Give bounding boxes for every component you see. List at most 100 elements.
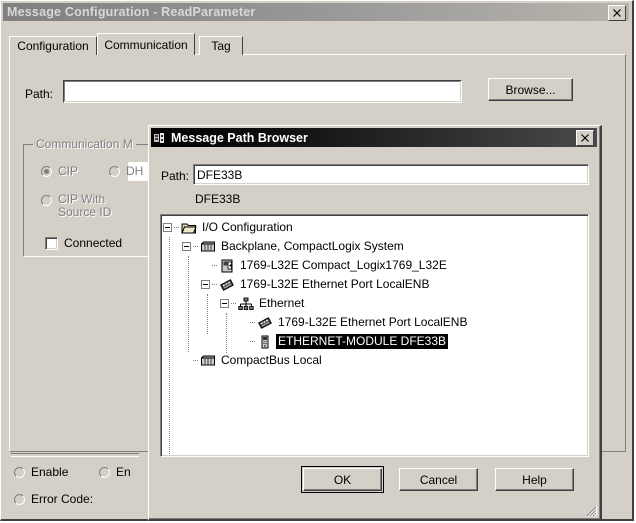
status-enable-waiting-led xyxy=(99,466,110,478)
radio-dh-label: DH xyxy=(126,164,144,178)
tree-item[interactable]: I/O Configuration xyxy=(163,218,586,237)
status-error-code: Error Code: xyxy=(14,492,93,506)
connected-checkbox-box xyxy=(45,236,58,250)
tab-communication[interactable]: Communication xyxy=(97,33,195,55)
radio-cip-with-source-id-label: CIP With Source ID xyxy=(58,192,112,219)
tree-item-icon xyxy=(181,220,200,236)
tree-item-icon xyxy=(200,353,219,369)
close-icon[interactable] xyxy=(608,5,626,21)
tree-connector xyxy=(250,321,255,324)
screen: Message Configuration - ReadParameter Co… xyxy=(0,0,636,523)
tree-item-label: 1769-L32E Ethernet Port LocalENB xyxy=(240,277,430,291)
connected-checkbox-label: Connected xyxy=(64,236,123,250)
cancel-button-label: Cancel xyxy=(419,472,458,487)
tree-connector xyxy=(193,359,198,362)
tree-item-label: CompactBus Local xyxy=(221,353,322,367)
tree-connector xyxy=(212,283,217,286)
app-icon xyxy=(154,132,164,143)
status-divider xyxy=(11,453,139,457)
close-glyph xyxy=(613,9,621,17)
modal-path-input-wrapper xyxy=(193,164,589,185)
status-enable-led xyxy=(14,466,25,478)
tree-item-label: 1769-L32E Compact_Logix1769_L32E xyxy=(240,258,447,272)
chassis-icon xyxy=(201,355,215,365)
browse-button[interactable]: Browse... xyxy=(488,78,573,101)
collapse-toggle-icon[interactable] xyxy=(163,223,172,232)
module-icon xyxy=(220,278,234,291)
tree-item[interactable]: Backplane, CompactLogix System xyxy=(163,237,586,256)
tree-connector xyxy=(212,264,217,267)
tree-connector xyxy=(250,340,255,343)
folder-icon xyxy=(181,223,197,233)
module-icon xyxy=(258,316,272,329)
radio-dh-indicator xyxy=(109,166,120,177)
help-button-label: Help xyxy=(522,472,547,487)
status-error-code-led xyxy=(14,493,25,505)
tab-tag-label: Tag xyxy=(211,39,231,53)
radio-cip-indicator xyxy=(41,166,52,177)
tree-guide-line xyxy=(169,237,170,454)
tree-guide-line xyxy=(226,313,227,353)
tab-tag[interactable]: Tag xyxy=(199,36,243,55)
radio-cip-label: CIP xyxy=(58,164,79,178)
tree-connector xyxy=(231,302,236,305)
tree-item-label: Ethernet xyxy=(259,296,305,310)
resize-grip-icon[interactable] xyxy=(584,503,598,517)
device-icon xyxy=(261,335,269,348)
tree-item-icon xyxy=(200,239,219,255)
tree-connector xyxy=(174,226,179,229)
tree-item-icon xyxy=(257,315,276,331)
radio-dh[interactable]: DH xyxy=(109,164,143,178)
ok-button[interactable]: OK xyxy=(301,466,384,493)
connected-checkbox[interactable]: Connected xyxy=(45,236,122,250)
tree-guide-line xyxy=(207,294,208,334)
tab-communication-label: Communication xyxy=(104,37,188,52)
tab-configuration[interactable]: Configuration xyxy=(9,36,97,55)
status-enable: Enable xyxy=(14,465,68,479)
cancel-button[interactable]: Cancel xyxy=(399,468,478,491)
help-button[interactable]: Help xyxy=(495,468,574,491)
network-icon xyxy=(238,297,254,310)
collapse-toggle-icon[interactable] xyxy=(182,242,191,251)
radio-cip-with-source-id[interactable]: CIP With Source ID xyxy=(41,193,124,219)
tree-item-icon xyxy=(238,296,257,312)
tree-item-label: Backplane, CompactLogix System xyxy=(221,239,404,253)
tab-configuration-label: Configuration xyxy=(17,39,89,53)
browse-button-label: Browse... xyxy=(505,82,556,97)
main-window-title: Message Configuration - ReadParameter xyxy=(7,5,256,19)
tab-strip: Configuration Communication Tag xyxy=(9,33,627,55)
modal-path-input[interactable] xyxy=(194,165,588,184)
modal-title: Message Path Browser xyxy=(171,130,308,145)
io-configuration-tree: I/O Configuration Backplane, CompactLogix… xyxy=(163,218,586,454)
path-label: Path: xyxy=(25,87,54,101)
controller-icon xyxy=(221,259,233,272)
modal-titlebar[interactable]: Message Path Browser xyxy=(151,128,597,147)
radio-cip-with-source-id-indicator xyxy=(41,195,52,206)
main-window-titlebar[interactable]: Message Configuration - ReadParameter xyxy=(3,3,629,21)
chassis-icon xyxy=(201,241,215,251)
modal-subpath-text: DFE33B xyxy=(195,192,241,206)
communication-method-group-label: Communication M xyxy=(33,137,136,151)
tree-item-icon xyxy=(257,334,276,350)
path-input-wrapper xyxy=(63,80,523,181)
tree-item[interactable]: CompactBus Local xyxy=(163,351,586,370)
ok-button-label: OK xyxy=(333,472,352,487)
radio-cip[interactable]: CIP xyxy=(41,164,78,178)
modal-close-glyph xyxy=(581,134,589,142)
collapse-toggle-icon[interactable] xyxy=(220,299,229,308)
tree-connector xyxy=(193,245,198,248)
modal-path-label: Path: xyxy=(161,169,190,183)
tree-item-label: I/O Configuration xyxy=(202,220,293,234)
tree-item-icon xyxy=(219,277,238,293)
collapse-toggle-icon[interactable] xyxy=(201,280,210,289)
message-path-browser-dialog: Message Path Browser Path: DFE33B I/O Co… xyxy=(148,125,602,521)
status-error-code-label: Error Code: xyxy=(31,492,94,506)
tree-guide-line xyxy=(188,256,189,352)
tree-item[interactable]: 1769-L32E Compact_Logix1769_L32E xyxy=(163,256,586,275)
tree-item-icon xyxy=(219,258,238,274)
tree-item-label: ETHERNET-MODULE DFE33B xyxy=(276,334,449,349)
modal-close-icon[interactable] xyxy=(576,130,594,146)
tree-item[interactable]: Ethernet xyxy=(163,294,586,313)
io-configuration-tree-panel[interactable]: I/O Configuration Backplane, CompactLogix… xyxy=(160,214,589,457)
tree-item[interactable]: 1769-L32E Ethernet Port LocalENB xyxy=(163,275,586,294)
